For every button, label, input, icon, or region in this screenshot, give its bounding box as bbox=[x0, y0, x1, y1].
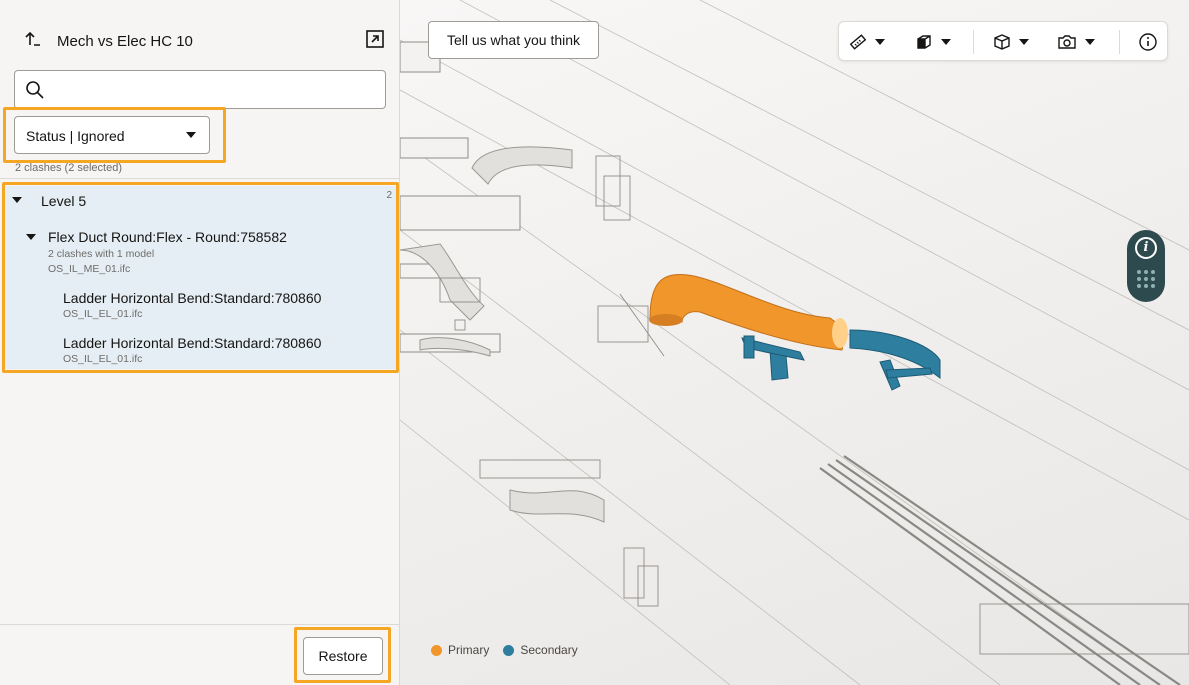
legend-label: Primary bbox=[448, 643, 490, 657]
clash-item-model: OS_IL_EL_01.ifc bbox=[63, 353, 143, 365]
search-input[interactable] bbox=[57, 77, 377, 103]
info-button[interactable] bbox=[1138, 30, 1158, 54]
clash-item-label[interactable]: Ladder Horizontal Bend:Standard:780860 bbox=[63, 335, 321, 351]
clash-panel: Mech vs Elec HC 10 Status | Ignored 2 cl… bbox=[0, 0, 400, 685]
primary-element-label[interactable]: Flex Duct Round:Flex - Round:758582 bbox=[48, 229, 287, 245]
feedback-button[interactable]: Tell us what you think bbox=[428, 21, 599, 59]
section-box-icon bbox=[994, 34, 1010, 50]
collapse-caret-icon[interactable] bbox=[26, 234, 36, 240]
section-box-button[interactable] bbox=[993, 30, 1029, 54]
legend-item-primary: Primary bbox=[431, 643, 489, 657]
model-scene[interactable] bbox=[400, 0, 1189, 685]
primary-swatch bbox=[431, 644, 442, 656]
viewer-toolbar bbox=[838, 21, 1168, 61]
popout-icon bbox=[366, 30, 384, 48]
search-icon bbox=[26, 81, 44, 99]
caret-down-icon bbox=[186, 132, 196, 138]
measure-button[interactable] bbox=[849, 30, 885, 54]
caret-down-icon bbox=[1019, 39, 1029, 45]
clash-item-model: OS_IL_EL_01.ifc bbox=[63, 308, 143, 320]
back-button[interactable] bbox=[22, 28, 44, 50]
toolbar-divider bbox=[1119, 30, 1120, 54]
legend: Primary Secondary bbox=[431, 643, 592, 657]
ruler-icon bbox=[849, 34, 867, 50]
popout-button[interactable] bbox=[364, 28, 386, 50]
caret-down-icon bbox=[1085, 39, 1095, 45]
tree-group-count: 2 bbox=[386, 190, 392, 201]
status-filter-label: Status | Ignored bbox=[26, 128, 125, 144]
legend-label: Secondary bbox=[520, 643, 578, 657]
caret-down-icon bbox=[941, 39, 951, 45]
primary-element-model: OS_IL_ME_01.ifc bbox=[48, 263, 131, 275]
camera-settings-button[interactable] bbox=[1057, 30, 1095, 54]
collapse-caret-icon[interactable] bbox=[12, 197, 22, 203]
model-viewport[interactable]: Primary Secondary bbox=[400, 0, 1189, 685]
divider bbox=[0, 624, 400, 625]
camera-settings-icon bbox=[1058, 35, 1076, 49]
status-filter-dropdown[interactable]: Status | Ignored bbox=[14, 116, 210, 154]
clash-item-label[interactable]: Ladder Horizontal Bend:Standard:780860 bbox=[63, 290, 321, 306]
panel-title: Mech vs Elec HC 10 bbox=[57, 33, 193, 50]
tree-group-label[interactable]: Level 5 bbox=[41, 193, 86, 209]
box-icon bbox=[917, 35, 931, 49]
arrow-up-icon bbox=[25, 31, 40, 46]
legend-item-secondary: Secondary bbox=[503, 643, 578, 657]
clash-count: 2 clashes (2 selected) bbox=[15, 162, 122, 174]
side-tools-pill[interactable]: i bbox=[1127, 230, 1165, 302]
toolbar-divider bbox=[973, 30, 974, 54]
object-view-button[interactable] bbox=[915, 30, 951, 54]
restore-button[interactable]: Restore bbox=[303, 637, 383, 675]
search-box bbox=[14, 70, 386, 109]
grid-dots-icon[interactable] bbox=[1137, 270, 1155, 288]
caret-down-icon bbox=[875, 39, 885, 45]
info-icon[interactable]: i bbox=[1135, 237, 1157, 259]
primary-element-summary: 2 clashes with 1 model bbox=[48, 248, 155, 260]
secondary-swatch bbox=[503, 644, 515, 656]
divider bbox=[0, 178, 400, 179]
clash-tree: Level 5 2 Flex Duct Round:Flex - Round:7… bbox=[5, 186, 396, 369]
info-icon bbox=[1139, 33, 1157, 51]
